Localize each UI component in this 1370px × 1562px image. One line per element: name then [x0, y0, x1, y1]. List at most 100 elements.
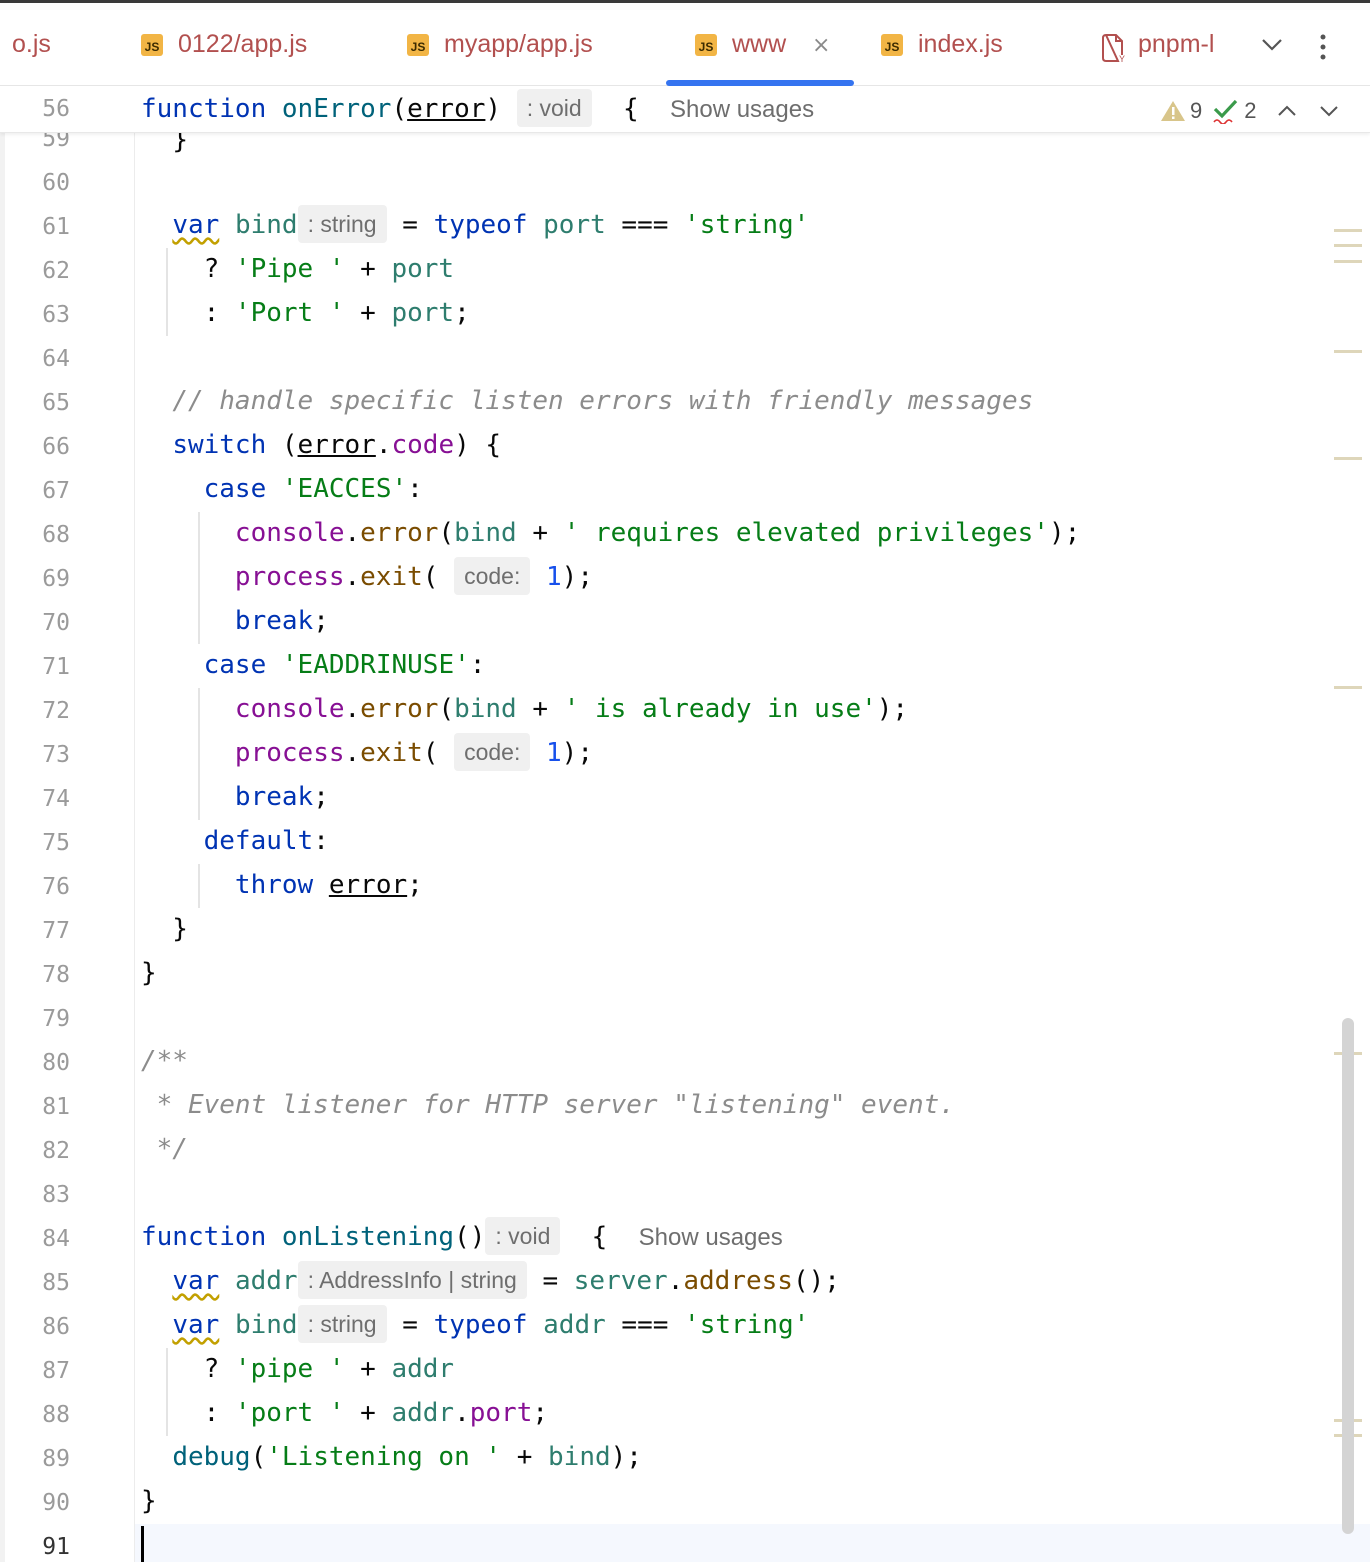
- code-line-78: }: [141, 958, 157, 988]
- type-hint: : string: [297, 205, 387, 243]
- js-file-icon: JS: [695, 33, 717, 56]
- code-line-71: case 'EADDRINUSE':: [203, 650, 486, 680]
- tab-label: myapp/app.js: [444, 30, 593, 58]
- yaml-file-icon: Y: [1102, 33, 1125, 63]
- line-number: 70: [42, 610, 70, 636]
- code-line-66: switch (error.code) {: [172, 430, 502, 460]
- return-type-hint: : void: [485, 1217, 561, 1255]
- line-number: 63: [42, 302, 70, 328]
- editor-tab-bar: o.js JS 0122/app.js JS myapp/app.js JS w…: [0, 0, 1370, 86]
- line-number: 77: [42, 918, 70, 944]
- code-line-84: function onListening(): void { Show usag…: [141, 1215, 783, 1259]
- code-line-63: : 'Port ' + port;: [141, 298, 470, 328]
- line-number: 68: [42, 522, 70, 548]
- tab-index-js[interactable]: JS index.js: [881, 3, 1003, 86]
- tab-www[interactable]: JS www: [695, 3, 786, 86]
- warning-icon: [1161, 101, 1185, 121]
- tab-myapp-app-js[interactable]: JS myapp/app.js: [407, 3, 593, 86]
- line-number: 73: [42, 742, 70, 768]
- sticky-function-header[interactable]: 56 function onError(error) : void { Show…: [0, 86, 1370, 133]
- code-line-76: throw error;: [234, 870, 423, 900]
- tab-0122-app-js[interactable]: JS 0122/app.js: [141, 3, 307, 86]
- tab-o-js[interactable]: o.js: [12, 3, 51, 86]
- line-number: 88: [42, 1402, 70, 1428]
- code-line-62: ? 'Pipe ' + port: [141, 254, 455, 284]
- code-line-69: process.exit( code: 1);: [141, 555, 593, 599]
- code-line-72: console.error(bind + ' is already in use…: [234, 694, 909, 724]
- tab-label: o.js: [12, 30, 51, 58]
- chevron-down-icon[interactable]: [1319, 104, 1339, 118]
- line-number: 61: [42, 214, 70, 240]
- warning-count: 9: [1190, 98, 1203, 123]
- code-line-89: debug('Listening on ' + bind);: [172, 1442, 642, 1472]
- tab-pnpm-lock[interactable]: pnpm-l: [1138, 3, 1232, 86]
- tab-label: 0122/app.js: [178, 30, 308, 58]
- text-caret: [141, 1526, 144, 1562]
- line-number: 79: [42, 1006, 70, 1032]
- code-line-90: }: [141, 1486, 157, 1516]
- param-hint: code:: [454, 557, 531, 595]
- code-line-75: default:: [203, 826, 329, 856]
- code-line-73: process.exit( code: 1);: [141, 731, 593, 775]
- current-line-highlight: [135, 1524, 1370, 1562]
- type-hint: : string: [297, 1305, 387, 1343]
- line-number: 72: [42, 698, 70, 724]
- line-number: 71: [42, 654, 70, 680]
- code-line-67: case 'EACCES':: [203, 474, 423, 504]
- line-number: 66: [42, 434, 70, 460]
- line-number: 64: [42, 346, 70, 372]
- param-hint: code:: [454, 733, 531, 771]
- code-line-88: : 'port ' + addr.port;: [141, 1398, 549, 1428]
- code-line-87: ? 'pipe ' + addr: [141, 1354, 455, 1384]
- error-stripe-marker[interactable]: [1334, 457, 1362, 460]
- doc-comment-start: /**: [141, 1046, 188, 1076]
- line-number: 85: [42, 1270, 70, 1296]
- show-usages-link[interactable]: Show usages: [639, 1224, 783, 1251]
- check-icon: [1213, 99, 1238, 124]
- show-usages-link[interactable]: Show usages: [670, 96, 814, 123]
- chevron-down-icon[interactable]: [1260, 37, 1284, 53]
- chevron-up-icon[interactable]: [1277, 104, 1297, 118]
- code-comment: // handle specific listen errors with fr…: [172, 386, 1034, 416]
- line-number: 56: [42, 96, 70, 122]
- js-file-icon: JS: [881, 33, 903, 56]
- sticky-code-line: function onError(error) : void { Show us…: [141, 87, 814, 131]
- line-number: 90: [42, 1490, 70, 1516]
- line-number: 84: [42, 1226, 70, 1252]
- code-line-61: var bind: string = typeof port === 'stri…: [141, 203, 809, 247]
- line-number: 60: [42, 170, 70, 196]
- close-tab-icon[interactable]: ×: [812, 33, 830, 58]
- error-stripe-marker[interactable]: [1334, 686, 1362, 689]
- error-stripe-marker[interactable]: [1334, 244, 1362, 247]
- code-line-68: console.error(bind + ' requires elevated…: [234, 518, 1081, 548]
- error-stripe-marker[interactable]: [1334, 260, 1362, 263]
- error-stripe-marker[interactable]: [1334, 350, 1362, 353]
- line-number: 67: [42, 478, 70, 504]
- doc-comment-body: * Event listener for HTTP server "listen…: [141, 1090, 955, 1120]
- code-line-74: break;: [234, 782, 329, 812]
- gutter-separator: [134, 86, 135, 1562]
- svg-text:Y: Y: [1119, 54, 1125, 63]
- line-number: 74: [42, 786, 70, 812]
- inspection-widget[interactable]: 9 2: [1160, 98, 1339, 124]
- typo-count: 2: [1244, 98, 1257, 123]
- vertical-scrollbar[interactable]: [1342, 1018, 1354, 1534]
- line-number: 87: [42, 1358, 70, 1384]
- line-number: 76: [42, 874, 70, 900]
- line-number-current: 91: [42, 1534, 70, 1560]
- error-stripe-marker[interactable]: [1334, 229, 1362, 232]
- line-number: 86: [42, 1314, 70, 1340]
- code-line-86: var bind: string = typeof addr === 'stri…: [141, 1303, 809, 1347]
- js-file-icon: JS: [141, 33, 163, 56]
- code-line-85: var addr: AddressInfo | string = server.…: [141, 1259, 840, 1303]
- line-number: 78: [42, 962, 70, 988]
- tab-label: index.js: [918, 30, 1003, 58]
- line-number: 83: [42, 1182, 70, 1208]
- tab-label: pnpm-l: [1138, 30, 1215, 58]
- type-hint: : AddressInfo | string: [297, 1261, 527, 1299]
- more-options-icon[interactable]: [1316, 33, 1330, 61]
- line-number: 69: [42, 566, 70, 592]
- doc-comment-end: */: [141, 1134, 188, 1164]
- line-number: 62: [42, 258, 70, 284]
- js-file-icon: JS: [407, 33, 429, 56]
